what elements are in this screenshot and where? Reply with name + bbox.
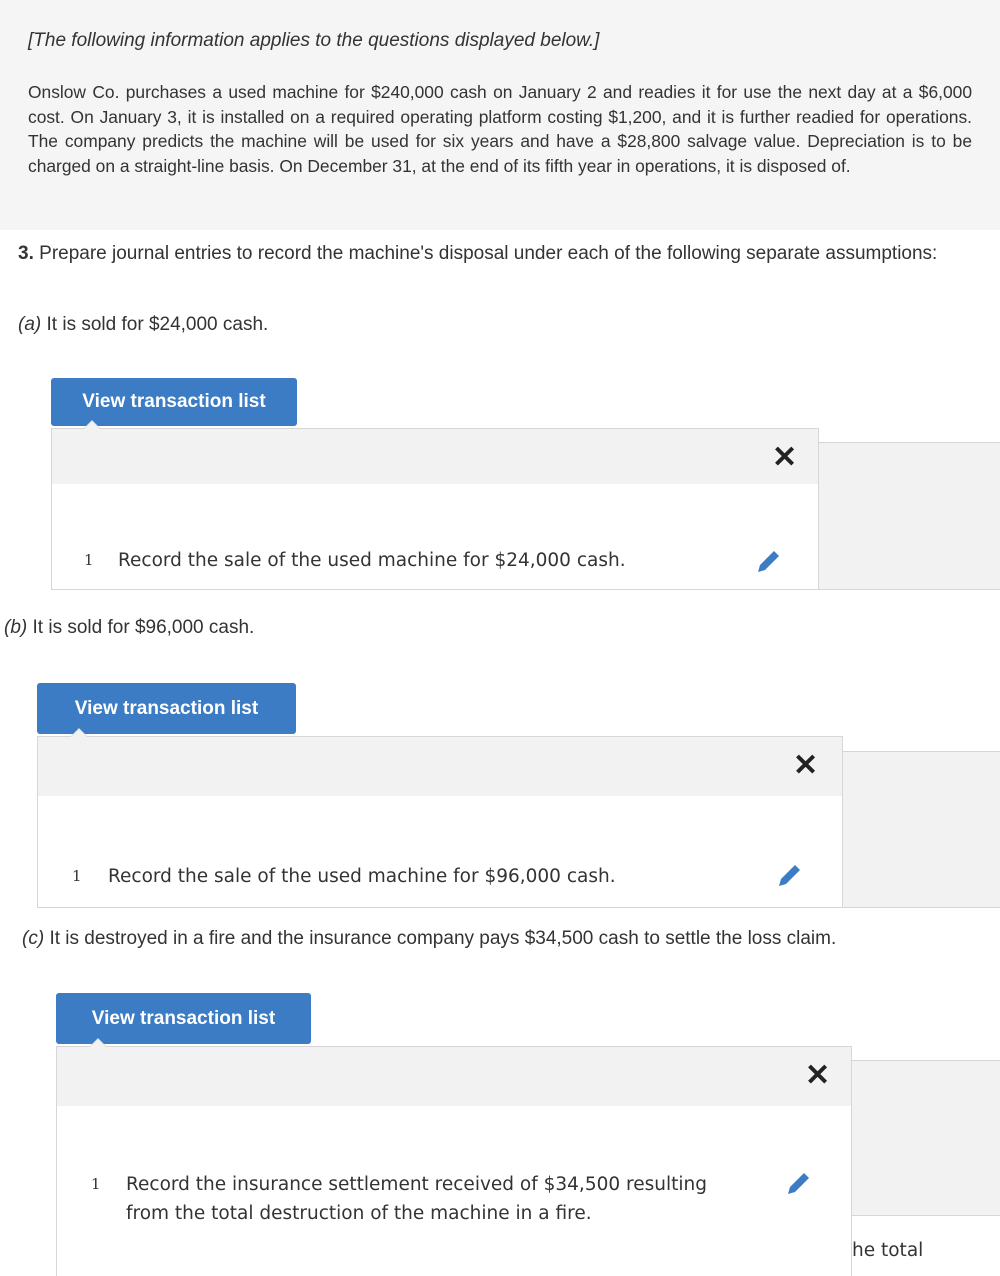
question-3: 3. Prepare journal entries to record the… (18, 242, 970, 265)
view-transaction-list-button[interactable]: View transaction list (37, 683, 296, 734)
button-caret (70, 728, 88, 737)
panel-header (38, 737, 842, 796)
view-transaction-list-button[interactable]: View transaction list (51, 378, 297, 426)
transaction-description: Record the sale of the used machine for … (108, 866, 616, 887)
close-icon[interactable]: ✕ (805, 1061, 830, 1091)
pencil-icon[interactable] (785, 1169, 813, 1197)
part-a-prompt: (a) It is sold for $24,000 cash. (18, 314, 268, 336)
question-text: Prepare journal entries to record the ma… (39, 243, 938, 264)
part-text: It is sold for $96,000 cash. (32, 617, 255, 638)
part-c-prompt: (c) It is destroyed in a fire and the in… (22, 928, 836, 950)
panel-header (57, 1047, 851, 1106)
button-caret (83, 420, 101, 429)
transaction-number: 1 (91, 1175, 101, 1193)
pencil-icon[interactable] (755, 547, 783, 575)
view-transaction-list-button[interactable]: View transaction list (56, 993, 311, 1044)
intro-text: Onslow Co. purchases a used machine for … (28, 82, 972, 176)
button-caret (89, 1038, 107, 1047)
transaction-description: Record the sale of the used machine for … (118, 550, 626, 571)
side-panel (842, 751, 1000, 908)
transaction-list-panel: ✕ 1 Record the sale of the used machine … (37, 736, 843, 908)
part-label: (b) (4, 617, 28, 638)
close-icon[interactable]: ✕ (793, 751, 818, 781)
panel-header (52, 429, 818, 484)
pencil-icon[interactable] (776, 861, 804, 889)
transaction-number: 1 (84, 551, 94, 569)
part-text: It is sold for $24,000 cash. (46, 314, 269, 335)
transaction-list-panel: ✕ 1 Record the insurance settlement rece… (56, 1046, 852, 1276)
transaction-number: 1 (72, 867, 82, 885)
transaction-description: Record the insurance settlement received… (126, 1174, 707, 1224)
part-label: (a) (18, 314, 42, 335)
truncated-text: he total (852, 1240, 924, 1261)
part-text: It is destroyed in a fire and the insura… (49, 928, 837, 949)
transaction-list-panel: ✕ 1 Record the sale of the used machine … (51, 428, 819, 590)
part-b-prompt: (b) It is sold for $96,000 cash. (4, 617, 254, 639)
close-icon[interactable]: ✕ (772, 443, 797, 473)
intro-box: [The following information applies to th… (0, 0, 1000, 230)
question-number: 3. (18, 243, 34, 264)
part-label: (c) (22, 928, 45, 949)
side-panel (851, 1060, 1000, 1216)
side-panel (818, 442, 1000, 590)
intro-heading: [The following information applies to th… (28, 30, 600, 51)
